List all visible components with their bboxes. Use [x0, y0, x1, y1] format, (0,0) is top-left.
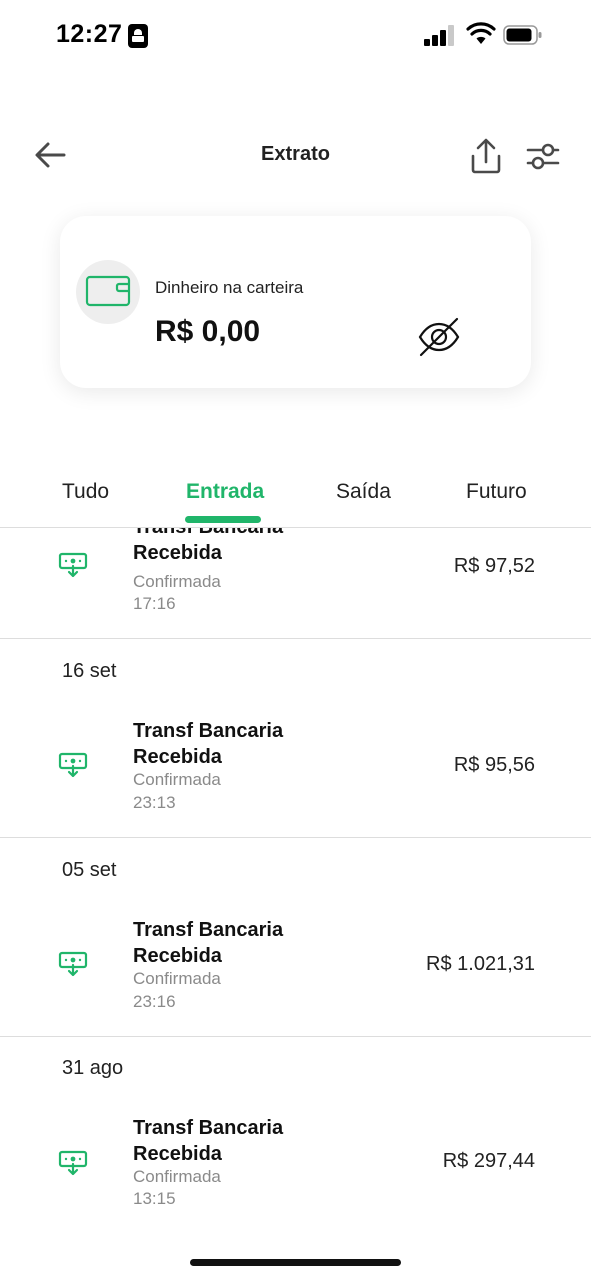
share-icon[interactable]: [468, 136, 504, 176]
transaction-time: 23:16: [133, 992, 176, 1011]
active-tab-indicator: [185, 516, 261, 523]
tab-saida[interactable]: Saída: [336, 480, 391, 504]
transaction-row[interactable]: Transf Bancaria Recebida Confirmada 17:1…: [0, 528, 591, 632]
battery-icon: [503, 25, 542, 45]
tab-tudo[interactable]: Tudo: [62, 480, 109, 504]
transaction-status: Confirmada: [133, 969, 221, 988]
eye-off-icon[interactable]: [416, 314, 462, 360]
home-indicator[interactable]: [190, 1259, 401, 1266]
transaction-title: Transf Bancaria Recebida: [133, 720, 284, 768]
wifi-icon: [466, 22, 496, 44]
money-receive-icon: [58, 1150, 88, 1176]
group-date: 16 set: [62, 660, 117, 682]
cellular-signal-icon: [424, 24, 456, 46]
transaction-title: Transf Bancaria Recebida: [133, 1117, 284, 1165]
transaction-list[interactable]: Transf Bancaria Recebida Confirmada 17:1…: [0, 528, 591, 1280]
status-time: 12:27: [56, 20, 123, 48]
transaction-time: 23:13: [133, 793, 176, 812]
wallet-label: Dinheiro na carteira: [155, 278, 304, 297]
transaction-time: 13:15: [133, 1189, 176, 1208]
transaction-status: Confirmada: [133, 1167, 221, 1186]
money-receive-icon: [58, 752, 88, 778]
statement-tabs: Tudo Entrada Saída Futuro: [0, 470, 591, 528]
divider: [0, 1036, 591, 1037]
group-date: 05 set: [62, 859, 117, 881]
wallet-icon: [85, 275, 131, 307]
transaction-time: 17:16: [133, 594, 176, 613]
transaction-status: Confirmada: [133, 572, 221, 591]
tab-entrada[interactable]: Entrada: [186, 480, 264, 504]
money-receive-icon: [58, 951, 88, 977]
transaction-row[interactable]: Transf Bancaria Recebida Confirmada 23:1…: [0, 718, 591, 830]
transaction-amount: R$ 1.021,31: [426, 953, 535, 975]
transaction-amount: R$ 97,52: [453, 555, 535, 577]
money-receive-icon: [58, 552, 88, 578]
transaction-amount: R$ 95,56: [453, 754, 535, 776]
top-app-bar: Extrato: [0, 126, 591, 186]
tab-futuro[interactable]: Futuro: [466, 480, 527, 504]
wallet-icon-circle: [76, 260, 140, 324]
group-date: 31 ago: [62, 1057, 124, 1079]
wallet-balance-card: Dinheiro na carteira R$ 0,00: [60, 216, 531, 388]
divider: [0, 638, 591, 639]
status-bar: 12:27: [0, 0, 591, 70]
transaction-row[interactable]: Transf Bancaria Recebida Confirmada 13:1…: [0, 1115, 591, 1227]
transaction-status: Confirmada: [133, 770, 221, 789]
transaction-title: Transf Bancaria Recebida: [133, 919, 284, 967]
filter-sliders-icon[interactable]: [524, 138, 562, 174]
divider: [0, 837, 591, 838]
transaction-title: Transf Bancaria Recebida: [133, 528, 283, 564]
wallet-balance: R$ 0,00: [155, 315, 261, 348]
transaction-row[interactable]: Transf Bancaria Recebida Confirmada 23:1…: [0, 917, 591, 1029]
transaction-amount: R$ 297,44: [442, 1150, 535, 1172]
screen-lock-icon: [128, 24, 148, 48]
